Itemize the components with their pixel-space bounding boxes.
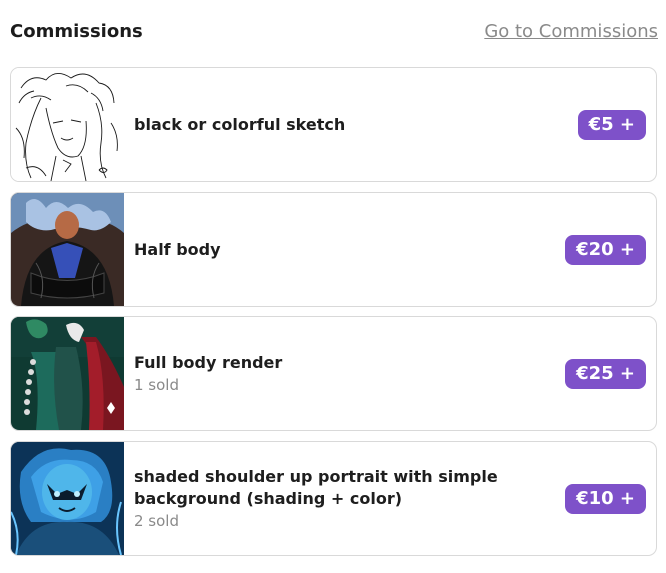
commission-card-half-body[interactable]: Half body €20 + [10,192,657,307]
price-badge[interactable]: €25 + [565,358,646,389]
price-badge[interactable]: €10 + [565,483,646,514]
commission-info: Half body [134,193,534,306]
commission-card-full-body[interactable]: Full body render 1 sold €25 + [10,316,657,431]
commission-title: shaded shoulder up portrait with simple … [134,466,498,508]
sold-count: 2 sold [134,511,179,530]
sketch-thumbnail [11,68,124,181]
commission-title: Full body render [134,352,283,372]
commission-info: black or colorful sketch [134,68,534,181]
full-body-thumbnail [11,317,124,430]
section-title: Commissions [10,21,143,42]
price-badge[interactable]: €20 + [565,234,646,265]
commission-title: black or colorful sketch [134,114,346,134]
half-body-thumbnail [11,193,124,306]
commission-info: shaded shoulder up portrait with simple … [134,442,534,555]
go-to-commissions-link[interactable]: Go to Commissions [484,20,658,44]
commission-card-portrait[interactable]: shaded shoulder up portrait with simple … [10,441,657,556]
commissions-header: Commissions Go to Commissions [10,20,658,46]
commission-info: Full body render 1 sold [134,317,534,430]
sold-count: 1 sold [134,375,179,394]
price-badge[interactable]: €5 + [577,109,646,140]
commission-title: Half body [134,239,221,259]
commission-card-sketch[interactable]: black or colorful sketch €5 + [10,67,657,182]
portrait-thumbnail [11,442,124,555]
